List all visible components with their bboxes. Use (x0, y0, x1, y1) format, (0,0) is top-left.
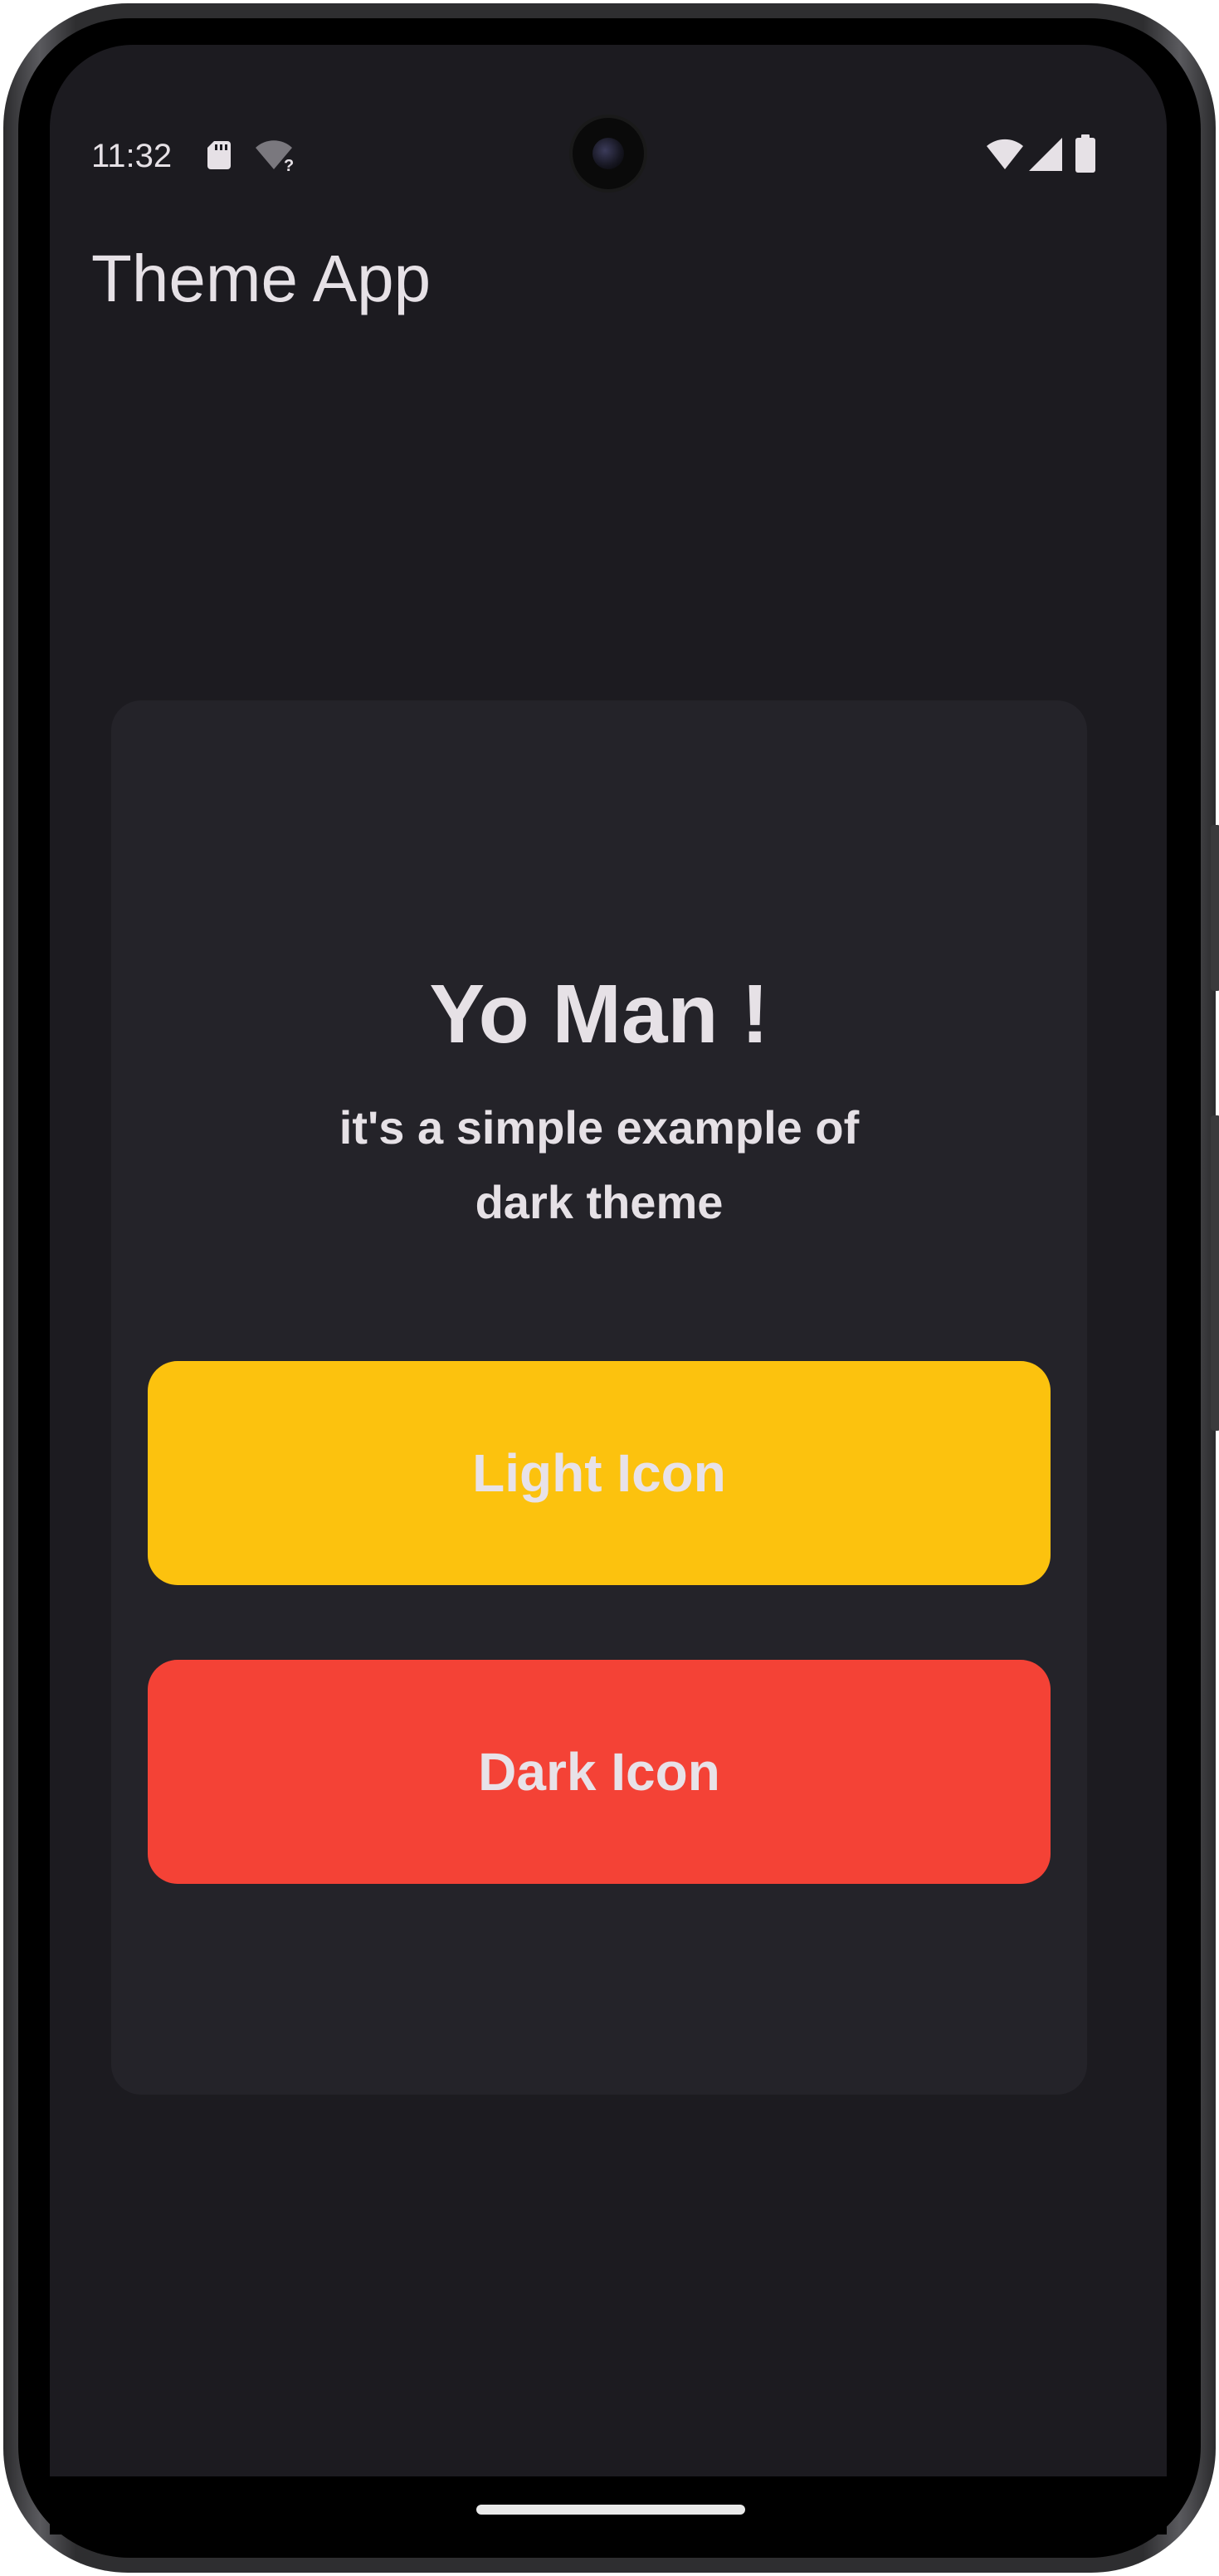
card-title: Yo Man ! (429, 968, 769, 1061)
camera-lens (592, 138, 624, 169)
wifi-icon (987, 139, 1023, 169)
volume-button (1211, 1115, 1219, 1431)
app-title: Theme App (91, 242, 432, 315)
app-screen: 11:32 ? Theme App Yo Man ! it's a simple… (50, 45, 1167, 2476)
battery-icon (1075, 134, 1095, 173)
light-icon-button[interactable]: Light Icon (148, 1361, 1051, 1585)
phone-frame: 11:32 ? Theme App Yo Man ! it's a simple… (3, 3, 1219, 2573)
dark-icon-button[interactable]: Dark Icon (148, 1660, 1051, 1884)
status-time: 11:32 (91, 138, 173, 174)
cellular-signal-icon (1029, 138, 1062, 171)
wifi-unknown-icon: ? (256, 140, 294, 173)
theme-card: Yo Man ! it's a simple example of dark t… (111, 700, 1087, 2095)
home-gesture-handle[interactable] (476, 2505, 745, 2515)
status-bar: 11:32 ? (50, 45, 1167, 189)
card-subtitle: it's a simple example of dark theme (339, 1101, 860, 1228)
power-button (1211, 825, 1219, 991)
front-camera (573, 118, 644, 189)
navigation-bar (50, 2476, 1167, 2535)
sd-card-icon (207, 141, 231, 169)
svg-text:?: ? (284, 157, 294, 173)
